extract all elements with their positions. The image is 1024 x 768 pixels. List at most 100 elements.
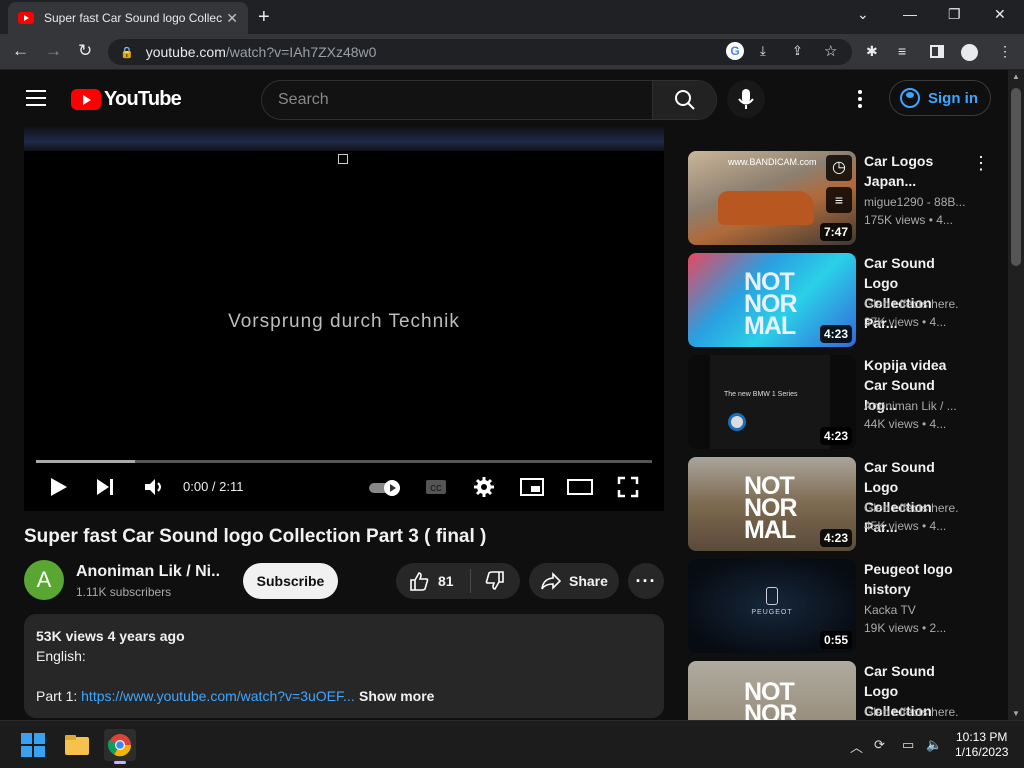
views-and-date: 53K views 4 years ago xyxy=(36,628,185,644)
voice-search-button[interactable] xyxy=(727,80,765,118)
video-player[interactable]: Vorsprung durch Technik 0:00 / 2:11 CC xyxy=(24,151,664,511)
search-button[interactable] xyxy=(652,81,716,119)
share-page-icon[interactable]: ⇪ xyxy=(792,43,803,59)
recommendation-title[interactable]: Peugeot logo history xyxy=(864,559,968,599)
media-control-icon[interactable]: ≡ xyxy=(898,43,906,59)
recommendation-meta: 45K views • 4... xyxy=(864,519,947,533)
browser-menu-icon[interactable]: ⋮ xyxy=(998,43,1012,60)
side-panel-icon[interactable] xyxy=(930,45,944,58)
item-menu-icon[interactable]: ⋮ xyxy=(972,153,990,174)
file-explorer-icon[interactable] xyxy=(61,729,93,761)
restore-button[interactable]: ❐ xyxy=(948,6,961,23)
channel-name[interactable]: Anoniman Lik / Ni... xyxy=(76,563,221,581)
show-hidden-icons-icon[interactable]: ︿ xyxy=(850,737,863,756)
scrollbar-thumb[interactable] xyxy=(1011,88,1021,266)
chrome-taskbar-icon[interactable] xyxy=(104,729,136,764)
bookmark-star-icon[interactable]: ☆ xyxy=(824,42,837,60)
lock-icon[interactable]: 🔒 xyxy=(120,46,134,59)
recommendation-channel[interactable]: Anoniman Lik / ... xyxy=(864,399,968,413)
video-thumbnail[interactable]: NOT NOR MAL 4:23 xyxy=(688,457,856,551)
add-to-queue-icon[interactable]: ≡ xyxy=(826,187,852,213)
windows-start-icon[interactable] xyxy=(17,729,49,761)
system-clock[interactable]: 10:13 PM 1/16/2023 xyxy=(955,730,1008,760)
sync-status-icon[interactable]: ⟳ xyxy=(874,737,885,753)
recommendation-item[interactable]: PEUGEOT 0:55 Peugeot logo history Kacka … xyxy=(688,559,988,653)
close-tab-icon[interactable]: ✕ xyxy=(226,10,238,27)
close-window-button[interactable]: ✕ xyxy=(994,6,1006,23)
miniplayer-overlay-icon[interactable] xyxy=(338,154,348,164)
recommendation-item[interactable]: www.BANDICAM.com ◷ ≡ 7:47 Car Logos Japa… xyxy=(688,151,990,245)
ambient-glow xyxy=(24,126,664,152)
miniplayer-icon[interactable] xyxy=(519,475,545,499)
recommendation-channel[interactable]: Gleb effects here. xyxy=(864,501,968,515)
network-icon[interactable]: ▭ xyxy=(902,737,914,753)
description-box[interactable]: 53K views 4 years ago English: Part 1: h… xyxy=(24,614,664,718)
fullscreen-icon[interactable] xyxy=(616,475,640,499)
video-thumbnail[interactable]: NOT NOR MAL 4:23 xyxy=(688,253,856,347)
browser-tab[interactable]: Super fast Car Sound logo Collection Par… xyxy=(8,2,248,34)
subscriber-count: 1.11K subscribers xyxy=(76,585,172,599)
progress-bar[interactable] xyxy=(36,460,652,463)
search-input[interactable] xyxy=(278,89,648,111)
recommendation-item[interactable]: NOT NOR MAL 4:23 Car Sound Logo Collecti… xyxy=(688,253,988,347)
url-host: youtube.com xyxy=(145,44,226,60)
channel-avatar[interactable]: A xyxy=(24,560,64,600)
recommendation-item[interactable]: NOT NOR MAL 4:23 Car Sound Logo Collecti… xyxy=(688,457,988,551)
theater-mode-icon[interactable] xyxy=(566,475,594,499)
subtitles-cc-icon[interactable]: CC xyxy=(424,475,448,499)
thumbnail-watermark: www.BANDICAM.com xyxy=(728,157,817,167)
address-bar[interactable]: 🔒 youtube.com/watch?v=IAh7ZXz48w0 G ⤓ ⇪ … xyxy=(108,39,852,65)
description-link[interactable]: https://www.youtube.com/watch?v=3uOEF... xyxy=(81,688,355,704)
video-thumbnail[interactable]: www.BANDICAM.com ◷ ≡ 7:47 xyxy=(688,151,856,245)
youtube-favicon-icon xyxy=(18,12,34,24)
back-arrow-icon[interactable]: ← xyxy=(12,41,29,61)
more-actions-button[interactable]: ··· xyxy=(628,563,664,599)
youtube-logo[interactable]: YouTube xyxy=(71,88,182,111)
watch-later-clock-icon[interactable]: ◷ xyxy=(826,155,852,181)
sign-in-button[interactable]: Sign in xyxy=(889,80,991,116)
tab-search-icon[interactable]: ⌄ xyxy=(857,6,869,23)
recommendation-channel[interactable]: migue1290 - 88B... xyxy=(864,195,968,209)
video-duration: 4:23 xyxy=(819,529,852,547)
tab-title: Super fast Car Sound logo Collection Par… xyxy=(44,11,222,25)
recommendation-item[interactable]: The new BMW 1 Series 4:23 Kopija videa C… xyxy=(688,355,988,449)
settings-more-icon[interactable] xyxy=(852,88,868,110)
google-lens-icon[interactable]: G xyxy=(726,42,744,60)
recommendation-title[interactable]: Car Logos Japan... xyxy=(864,151,968,191)
recommendation-channel[interactable]: Gleb effects here. xyxy=(864,705,968,719)
like-button[interactable]: 81 xyxy=(396,563,470,599)
video-thumbnail[interactable]: The new BMW 1 Series 4:23 xyxy=(688,355,856,449)
volume-icon[interactable] xyxy=(142,475,166,499)
speaker-icon[interactable]: 🔈 xyxy=(926,737,942,753)
minimize-button[interactable]: — xyxy=(903,6,917,22)
share-button[interactable]: Share xyxy=(529,563,619,599)
scroll-down-arrow-icon[interactable]: ▼ xyxy=(1012,709,1020,718)
play-icon[interactable] xyxy=(48,475,70,499)
video-thumbnail[interactable]: PEUGEOT 0:55 xyxy=(688,559,856,653)
subscribe-button[interactable]: Subscribe xyxy=(243,563,338,599)
recommendation-channel[interactable]: Kacka TV xyxy=(864,603,968,617)
url-path: /watch?v=IAh7ZXz48w0 xyxy=(225,44,377,60)
hamburger-menu-icon[interactable] xyxy=(26,90,46,111)
show-more-button[interactable]: Show more xyxy=(359,688,434,704)
recommendation-item[interactable]: NOT NOR Car Sound Logo Collection Par...… xyxy=(688,661,988,720)
video-title: Super fast Car Sound logo Collection Par… xyxy=(24,526,487,547)
extensions-puzzle-icon[interactable]: ✱ xyxy=(866,43,878,60)
video-thumbnail[interactable]: NOT NOR xyxy=(688,661,856,720)
autoplay-toggle[interactable] xyxy=(368,479,402,497)
install-app-icon[interactable]: ⤓ xyxy=(760,43,766,59)
settings-gear-icon[interactable] xyxy=(472,475,496,499)
dislike-button[interactable] xyxy=(471,563,519,599)
sign-in-label: Sign in xyxy=(928,89,978,107)
recommendation-channel[interactable]: Gleb effects here. xyxy=(864,297,968,311)
description-line: English: xyxy=(36,648,86,664)
forward-arrow-icon[interactable]: → xyxy=(45,41,62,61)
next-video-icon[interactable] xyxy=(94,475,116,499)
page-scrollbar[interactable]: ▲ ▼ xyxy=(1008,70,1024,720)
video-duration: 0:55 xyxy=(819,631,852,649)
profile-avatar-icon[interactable] xyxy=(961,44,978,61)
new-tab-button[interactable]: + xyxy=(258,6,270,29)
reload-icon[interactable]: ↻ xyxy=(78,41,92,61)
youtube-wordmark: YouTube xyxy=(104,88,182,110)
scroll-up-arrow-icon[interactable]: ▲ xyxy=(1012,72,1020,81)
